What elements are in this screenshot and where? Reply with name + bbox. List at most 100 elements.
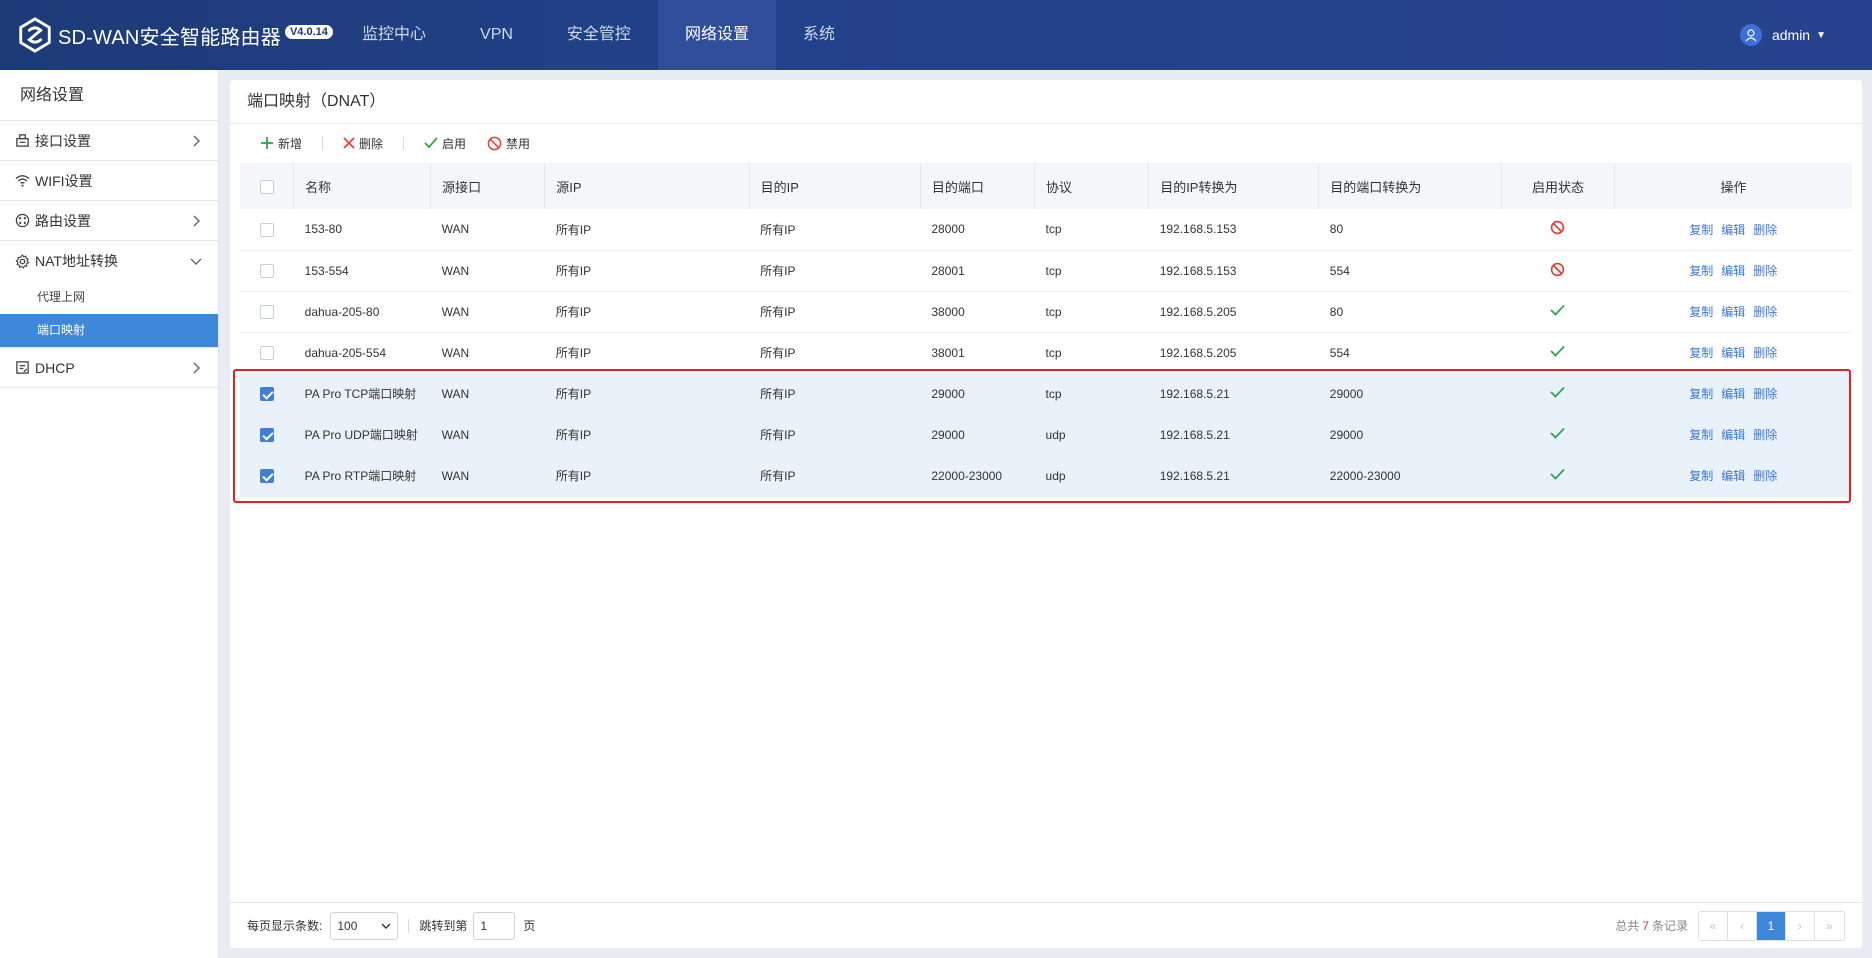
main-nav: 监控中心 VPN 安全管控 网络设置 系统 [335,0,862,70]
next-page-button[interactable]: › [1786,911,1815,940]
table-row[interactable]: 153-80 WAN 所有IP 所有IP 28000 tcp 192.168.5.153 80… [240,209,1852,251]
jump-page-input[interactable]: 1 [473,911,516,940]
row-checkbox-cell[interactable] [240,291,294,333]
prev-page-button[interactable]: ‹ [1728,911,1757,940]
row-edit-link[interactable]: 编辑 [1721,428,1745,442]
sidebar-item-interface[interactable]: 接口设置 [0,121,218,161]
cell-dst-port: 29000 [920,373,1035,415]
cell-dst-ip: 所有IP [749,250,921,292]
row-edit-link[interactable]: 编辑 [1721,387,1745,401]
row-checkbox[interactable] [259,427,274,442]
row-delete-link[interactable]: 删除 [1753,264,1777,278]
table-row[interactable]: PA Pro TCP端口映射 WAN 所有IP 所有IP 29000 tcp 192.168… [240,373,1852,415]
row-checkbox[interactable] [259,222,274,237]
nav-monitor[interactable]: 监控中心 [335,0,453,70]
cell-to-port: 80 [1318,209,1502,251]
cell-dst-ip: 所有IP [749,455,921,497]
row-copy-link[interactable]: 复制 [1689,387,1713,401]
row-checkbox[interactable] [259,386,274,401]
top-bar: SD-WAN安全智能路由器 V4.0.14 监控中心 VPN 安全管控 网络设置… [0,0,1872,70]
last-page-button[interactable]: » [1815,912,1844,940]
sidebar-title: 网络设置 [0,70,218,121]
row-delete-link[interactable]: 删除 [1753,469,1777,483]
nat-submenu: 代理上网 端口映射 [0,281,218,348]
sidebar-item-route[interactable]: 路由设置 [0,201,218,241]
row-checkbox-cell[interactable] [240,209,294,251]
disabled-forbidden-icon [1551,262,1565,276]
sidebar-subitem-proxy[interactable]: 代理上网 [0,281,218,314]
cell-to-ip: 192.168.5.205 [1148,332,1319,374]
cell-dst-port: 38001 [920,332,1035,374]
row-checkbox-cell[interactable] [240,414,294,456]
row-edit-link[interactable]: 编辑 [1721,469,1745,483]
sidebar-item-label: NAT地址转换 [35,253,118,269]
user-avatar-icon [1739,24,1762,46]
row-copy-link[interactable]: 复制 [1689,469,1713,483]
add-button[interactable]: 新增 [260,135,302,152]
sidebar-item-dhcp[interactable]: DHCP [0,348,218,388]
row-checkbox[interactable] [259,468,274,483]
first-page-button[interactable]: « [1699,911,1728,940]
chevron-right-icon [193,135,200,147]
version-badge: V4.0.14 [284,25,333,39]
nav-system[interactable]: 系统 [776,0,862,70]
cell-name: PA Pro RTP端口映射 [293,455,431,497]
row-copy-link[interactable]: 复制 [1689,305,1713,319]
row-checkbox-cell[interactable] [240,373,294,415]
enabled-check-icon [1550,386,1566,398]
select-all-checkbox[interactable] [240,163,295,209]
row-checkbox-cell[interactable] [240,332,294,374]
col-header-status: 启用状态 [1501,163,1615,209]
row-delete-link[interactable]: 删除 [1753,387,1777,401]
forbidden-icon [487,136,502,150]
row-checkbox-cell[interactable] [240,455,294,497]
row-edit-link[interactable]: 编辑 [1721,305,1745,319]
cell-src-if: WAN [430,373,545,415]
cell-protocol: tcp [1034,332,1149,374]
row-edit-link[interactable]: 编辑 [1721,223,1745,237]
row-delete-link[interactable]: 删除 [1753,223,1777,237]
row-delete-link[interactable]: 删除 [1753,428,1777,442]
plus-icon [261,137,273,149]
row-checkbox-cell[interactable] [240,250,294,292]
sidebar-item-nat[interactable]: NAT地址转换 [0,241,218,281]
row-copy-link[interactable]: 复制 [1689,264,1713,278]
row-edit-link[interactable]: 编辑 [1721,346,1745,360]
checkbox[interactable] [259,179,274,194]
enable-button[interactable]: 启用 [424,135,466,152]
row-edit-link[interactable]: 编辑 [1721,264,1745,278]
nav-security[interactable]: 安全管控 [540,0,658,70]
cell-src-if: WAN [430,291,545,333]
row-delete-link[interactable]: 删除 [1753,305,1777,319]
table-row[interactable]: 153-554 WAN 所有IP 所有IP 28001 tcp 192.168.5.153 5… [240,250,1852,292]
delete-button[interactable]: 删除 [343,135,383,152]
disable-button[interactable]: 禁用 [487,135,530,152]
row-copy-link[interactable]: 复制 [1689,428,1713,442]
page-size-select[interactable]: 100 [330,911,399,940]
row-checkbox[interactable] [259,263,274,278]
toolbar-divider [322,136,324,150]
table-row[interactable]: dahua-205-554 WAN 所有IP 所有IP 38001 tcp 192.168.… [240,332,1852,374]
row-checkbox[interactable] [259,345,274,360]
col-header-src-if: 源接口 [430,163,546,209]
sidebar-subitem-port-mapping[interactable]: 端口映射 [0,314,218,347]
table-row[interactable]: dahua-205-80 WAN 所有IP 所有IP 38000 tcp 192.168.5… [240,291,1852,333]
row-copy-link[interactable]: 复制 [1689,346,1713,360]
page-button-current[interactable]: 1 [1757,911,1786,940]
sidebar-item-wifi[interactable]: WIFI设置 [0,161,218,201]
nav-network-settings[interactable]: 网络设置 [657,0,776,70]
interface-icon [13,132,31,150]
cell-src-ip: 所有IP [544,373,750,415]
table-row[interactable]: PA Pro UDP端口映射 WAN 所有IP 所有IP 29000 udp 192.168… [240,414,1852,456]
row-delete-link[interactable]: 删除 [1753,346,1777,360]
cell-protocol: tcp [1034,291,1149,333]
table-row[interactable]: PA Pro RTP端口映射 WAN 所有IP 所有IP 22000-23000 udp 1… [240,455,1852,497]
page-title: 端口映射（DNAT） [230,80,1862,124]
row-checkbox[interactable] [259,304,274,319]
nav-vpn[interactable]: VPN [453,0,540,70]
user-menu[interactable]: admin ▼ [1739,0,1826,70]
row-copy-link[interactable]: 复制 [1689,223,1713,237]
jump-label: 跳转到第 [419,919,468,933]
cell-to-ip: 192.168.5.153 [1148,250,1319,292]
enabled-check-icon [1550,304,1566,316]
